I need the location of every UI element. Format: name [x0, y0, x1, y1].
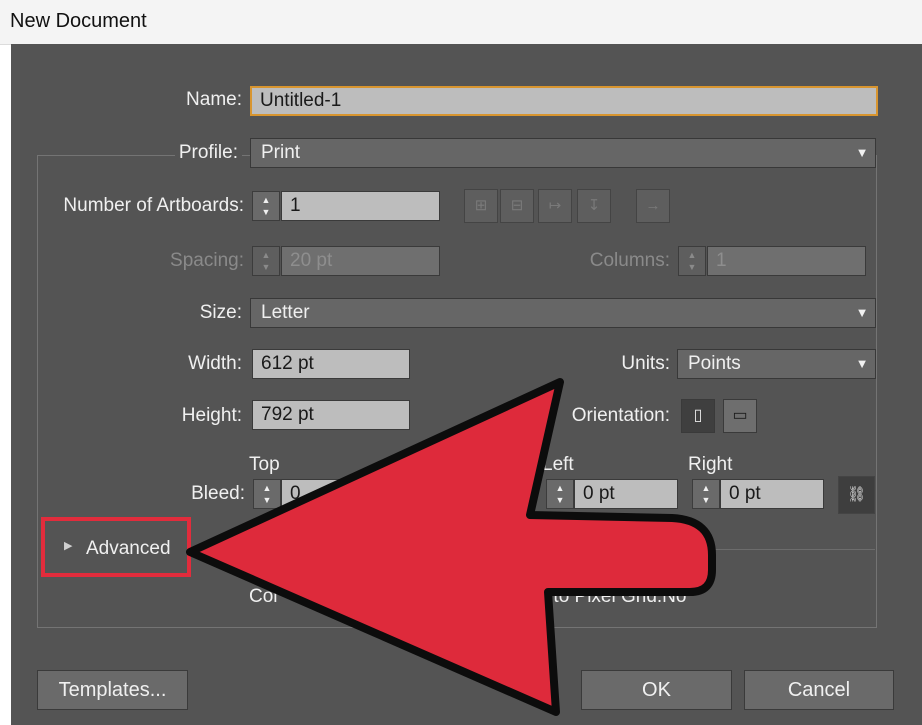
red-pointer-arrow-icon: [186, 378, 716, 716]
